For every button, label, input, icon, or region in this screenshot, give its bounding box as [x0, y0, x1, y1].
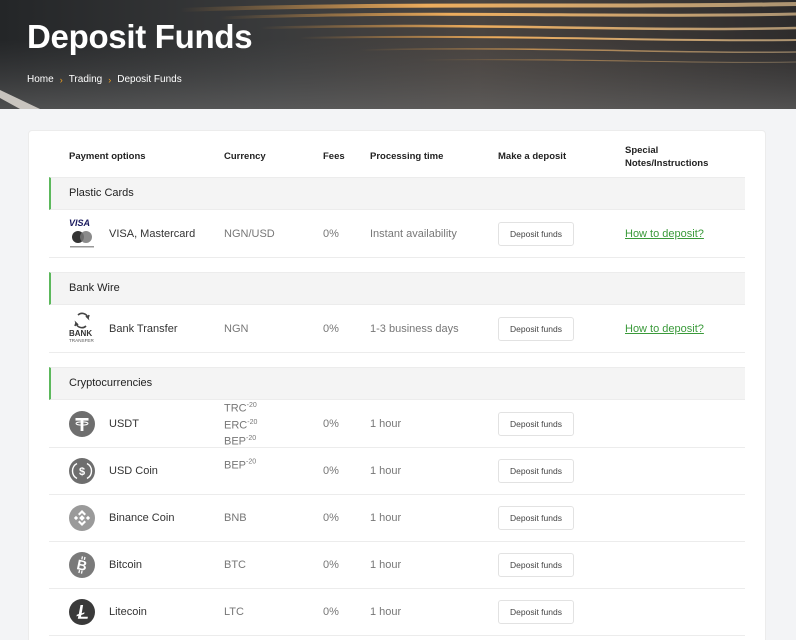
deposit-funds-button[interactable]: Deposit funds: [498, 459, 574, 483]
page-title: Deposit Funds: [27, 18, 253, 55]
table-row: Litecoin LTC 0% 1 hour Deposit funds: [49, 589, 745, 636]
processing-time-value: 1 hour: [370, 465, 402, 477]
bank-transfer-icon: BANK TRANSFER: [69, 312, 94, 343]
svg-text:$: $: [79, 466, 85, 478]
table-row: VISA VISA, Mastercard NGN/USD 0% Instant…: [49, 210, 745, 258]
hero-banner: Deposit Funds Home › Trading › Deposit F…: [0, 0, 796, 109]
breadcrumb-separator-icon: ›: [59, 74, 63, 85]
table-row: USDT TRC-20 ERC-20 BEP-20 0% 1 hour Depo…: [49, 401, 745, 448]
header-special-notes: Special Notes/Instructions: [625, 145, 708, 170]
currency-suffix: -20: [246, 402, 257, 410]
payment-name: USDT: [109, 418, 139, 430]
header-fees: Fees: [323, 151, 345, 162]
deposit-funds-button[interactable]: Deposit funds: [498, 412, 574, 436]
group-cryptocurrencies: Cryptocurrencies: [49, 367, 745, 400]
header-special-notes-line1: Special: [625, 145, 659, 156]
header-processing-time: Processing time: [370, 151, 444, 162]
fee-value: 0%: [323, 512, 339, 524]
payment-name: VISA, Mastercard: [109, 227, 196, 240]
deposit-funds-button[interactable]: Deposit funds: [498, 506, 574, 530]
fee-value: 0%: [323, 227, 339, 240]
currency-value: BEP-20: [224, 456, 256, 473]
breadcrumb-home[interactable]: Home: [27, 74, 54, 85]
usd-coin-icon: $: [69, 458, 95, 484]
payment-name: Binance Coin: [109, 512, 175, 524]
deposit-funds-button[interactable]: Deposit funds: [498, 600, 574, 624]
deposit-funds-button[interactable]: Deposit funds: [498, 553, 574, 577]
deposit-options-table: Payment options Currency Fees Processing…: [28, 130, 766, 640]
currency-value: BNB: [224, 512, 247, 524]
table-header: Payment options Currency Fees Processing…: [29, 131, 767, 177]
binance-coin-icon: [69, 505, 95, 531]
header-currency: Currency: [224, 151, 266, 162]
header-make-deposit: Make a deposit: [498, 151, 567, 162]
currency-suffix: -20: [247, 418, 258, 426]
currency-base: ERC: [224, 419, 248, 432]
payment-name: Bank Transfer: [109, 322, 178, 335]
table-row: BANK TRANSFER Bank Transfer NGN 0% 1-3 b…: [49, 305, 745, 353]
svg-text:TRANSFER: TRANSFER: [69, 338, 94, 343]
currency-base: BEP: [224, 435, 247, 448]
litecoin-icon: [69, 599, 95, 625]
svg-text:VISA: VISA: [69, 218, 90, 228]
how-to-deposit-link[interactable]: How to deposit?: [625, 228, 704, 240]
currency-value: TRC-20 ERC-20 BEP-20: [224, 399, 257, 449]
fee-value: 0%: [323, 606, 339, 618]
currency-suffix: -20: [246, 435, 257, 443]
breadcrumb-trading[interactable]: Trading: [69, 74, 103, 85]
how-to-deposit-link[interactable]: How to deposit?: [625, 323, 704, 335]
svg-text:BANK: BANK: [69, 329, 92, 338]
deposit-funds-button[interactable]: Deposit funds: [498, 221, 574, 246]
currency-base: BEP: [224, 459, 247, 472]
fee-value: 0%: [323, 418, 339, 430]
group-plastic-cards: Plastic Cards: [49, 177, 745, 210]
table-row: B Bitcoin BTC 0% 1 hour Deposit funds: [49, 542, 745, 589]
table-row: $ USD Coin BEP-20 0% 1 hour Deposit fund…: [49, 448, 745, 495]
processing-time-value: 1 hour: [370, 418, 402, 430]
group-bank-wire: Bank Wire: [49, 272, 745, 305]
breadcrumb-current: Deposit Funds: [117, 74, 182, 85]
payment-name: USD Coin: [109, 465, 158, 477]
processing-time-value: 1-3 business days: [370, 322, 459, 335]
fee-value: 0%: [323, 559, 339, 571]
breadcrumb: Home › Trading › Deposit Funds: [27, 74, 182, 85]
currency-value: LTC: [224, 606, 244, 618]
visa-mastercard-icon: VISA: [69, 218, 94, 247]
processing-time-value: 1 hour: [370, 606, 402, 618]
processing-time-value: 1 hour: [370, 512, 402, 524]
tether-icon: [69, 411, 95, 437]
processing-time-value: 1 hour: [370, 559, 402, 571]
bitcoin-icon: B: [69, 552, 95, 578]
currency-suffix: -20: [246, 458, 257, 466]
table-row: Binance Coin BNB 0% 1 hour Deposit funds: [49, 495, 745, 542]
header-payment-options: Payment options: [69, 151, 146, 162]
deposit-funds-button[interactable]: Deposit funds: [498, 316, 574, 341]
breadcrumb-separator-icon: ›: [108, 74, 112, 85]
currency-value: NGN: [224, 322, 249, 335]
currency-value: NGN/USD: [224, 227, 275, 240]
currency-value: BTC: [224, 559, 246, 571]
payment-name: Bitcoin: [109, 559, 143, 571]
fee-value: 0%: [323, 322, 339, 335]
currency-base: TRC: [224, 402, 247, 415]
fee-value: 0%: [323, 465, 339, 477]
processing-time-value: Instant availability: [370, 227, 457, 240]
header-special-notes-line2: Notes/Instructions: [625, 157, 709, 169]
payment-name: Litecoin: [109, 606, 147, 618]
